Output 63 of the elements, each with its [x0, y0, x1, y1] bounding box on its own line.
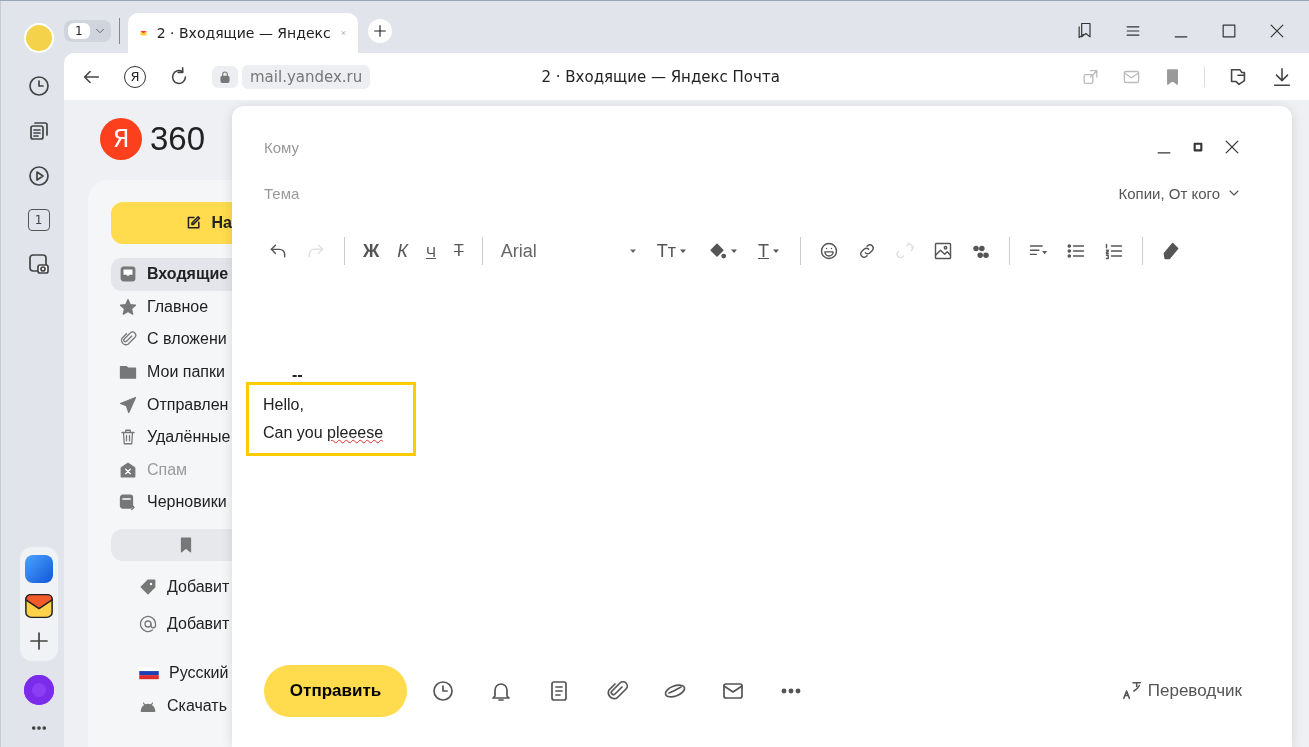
format-button[interactable]: Т	[453, 242, 464, 260]
star-icon	[119, 297, 137, 316]
play-icon[interactable]	[26, 164, 51, 188]
font-select[interactable]: Arial	[500, 240, 639, 262]
footer-link[interactable]: Русский	[111, 656, 232, 690]
subject-field[interactable]: Тема	[264, 184, 1105, 202]
emoji-icon[interactable]	[818, 241, 839, 261]
tab-group-button[interactable]: 1	[64, 20, 111, 42]
tab-counter-button[interactable]: 1	[27, 209, 50, 231]
signature-separator: --	[292, 368, 304, 382]
cc-toggle[interactable]: Копии, От кого	[1118, 184, 1242, 202]
mail-app-icon[interactable]	[24, 592, 53, 620]
footer-link[interactable]: Скачать	[111, 689, 232, 722]
folder-item[interactable]: Отправлен	[111, 388, 232, 421]
clock-icon[interactable]	[431, 679, 455, 703]
lock-icon	[217, 68, 233, 85]
folder-item[interactable]: Черновики	[111, 486, 232, 519]
app-icon[interactable]	[24, 555, 53, 583]
body-text-line: Can you pleeese	[263, 423, 384, 443]
draft-icon	[119, 493, 137, 512]
bullets-icon[interactable]	[1065, 241, 1086, 261]
page-title: 2 · Входящие — Яндекс Почта	[540, 67, 781, 86]
logo-mark[interactable]: Я	[100, 118, 142, 160]
format-button[interactable]: Ж	[363, 240, 380, 262]
folder-icon	[119, 363, 137, 382]
new-tab-button[interactable]	[367, 19, 392, 43]
folder-item[interactable]: Удалённые	[111, 420, 232, 454]
at-sign-icon	[139, 615, 157, 634]
recipient-field[interactable]: Кому	[264, 138, 1140, 156]
font-size-button[interactable]: Tт	[656, 240, 689, 262]
folder-item[interactable]: Мои папки	[111, 355, 232, 389]
assistant-icon[interactable]	[23, 675, 54, 705]
url-field[interactable]: mail.yandex.ru	[242, 64, 371, 89]
spam-icon	[119, 460, 137, 479]
trash-icon	[119, 428, 137, 447]
folder-item[interactable]: С вложени	[111, 323, 232, 356]
clip-icon[interactable]	[605, 679, 629, 703]
logo-text[interactable]: 360	[150, 120, 206, 158]
paper-plane-icon	[119, 395, 137, 414]
add-item[interactable]: Добавит	[111, 605, 232, 643]
body-text-line: Hello,	[263, 395, 305, 415]
add-item[interactable]: Добавит	[111, 568, 232, 606]
translate-icon	[1121, 680, 1144, 702]
image-icon[interactable]	[932, 241, 953, 261]
lock-button[interactable]	[212, 65, 238, 88]
plus-icon	[371, 23, 388, 39]
send-button[interactable]: Отправить	[264, 665, 407, 717]
text-color-button[interactable]: T	[757, 240, 782, 262]
download-icon[interactable]	[1271, 65, 1293, 88]
clock-icon[interactable]	[26, 74, 51, 98]
inbox-icon	[119, 265, 137, 284]
translator-button[interactable]: Переводчик	[1121, 680, 1242, 702]
compose-button[interactable]: На	[111, 202, 232, 244]
screenshot-icon[interactable]	[26, 252, 51, 276]
format-button[interactable]: Ч	[425, 242, 436, 260]
numbers-icon[interactable]	[1103, 241, 1124, 261]
flag-icon	[139, 666, 159, 680]
folder-item[interactable]: Главное	[111, 290, 232, 324]
bookmarks-bar[interactable]	[111, 528, 232, 561]
browser-tab[interactable]: 2 · Входящие — Яндекс	[127, 13, 358, 53]
tag-icon	[139, 578, 157, 597]
folder-item[interactable]: Входящие	[111, 258, 232, 291]
format-button[interactable]: К	[397, 240, 408, 262]
